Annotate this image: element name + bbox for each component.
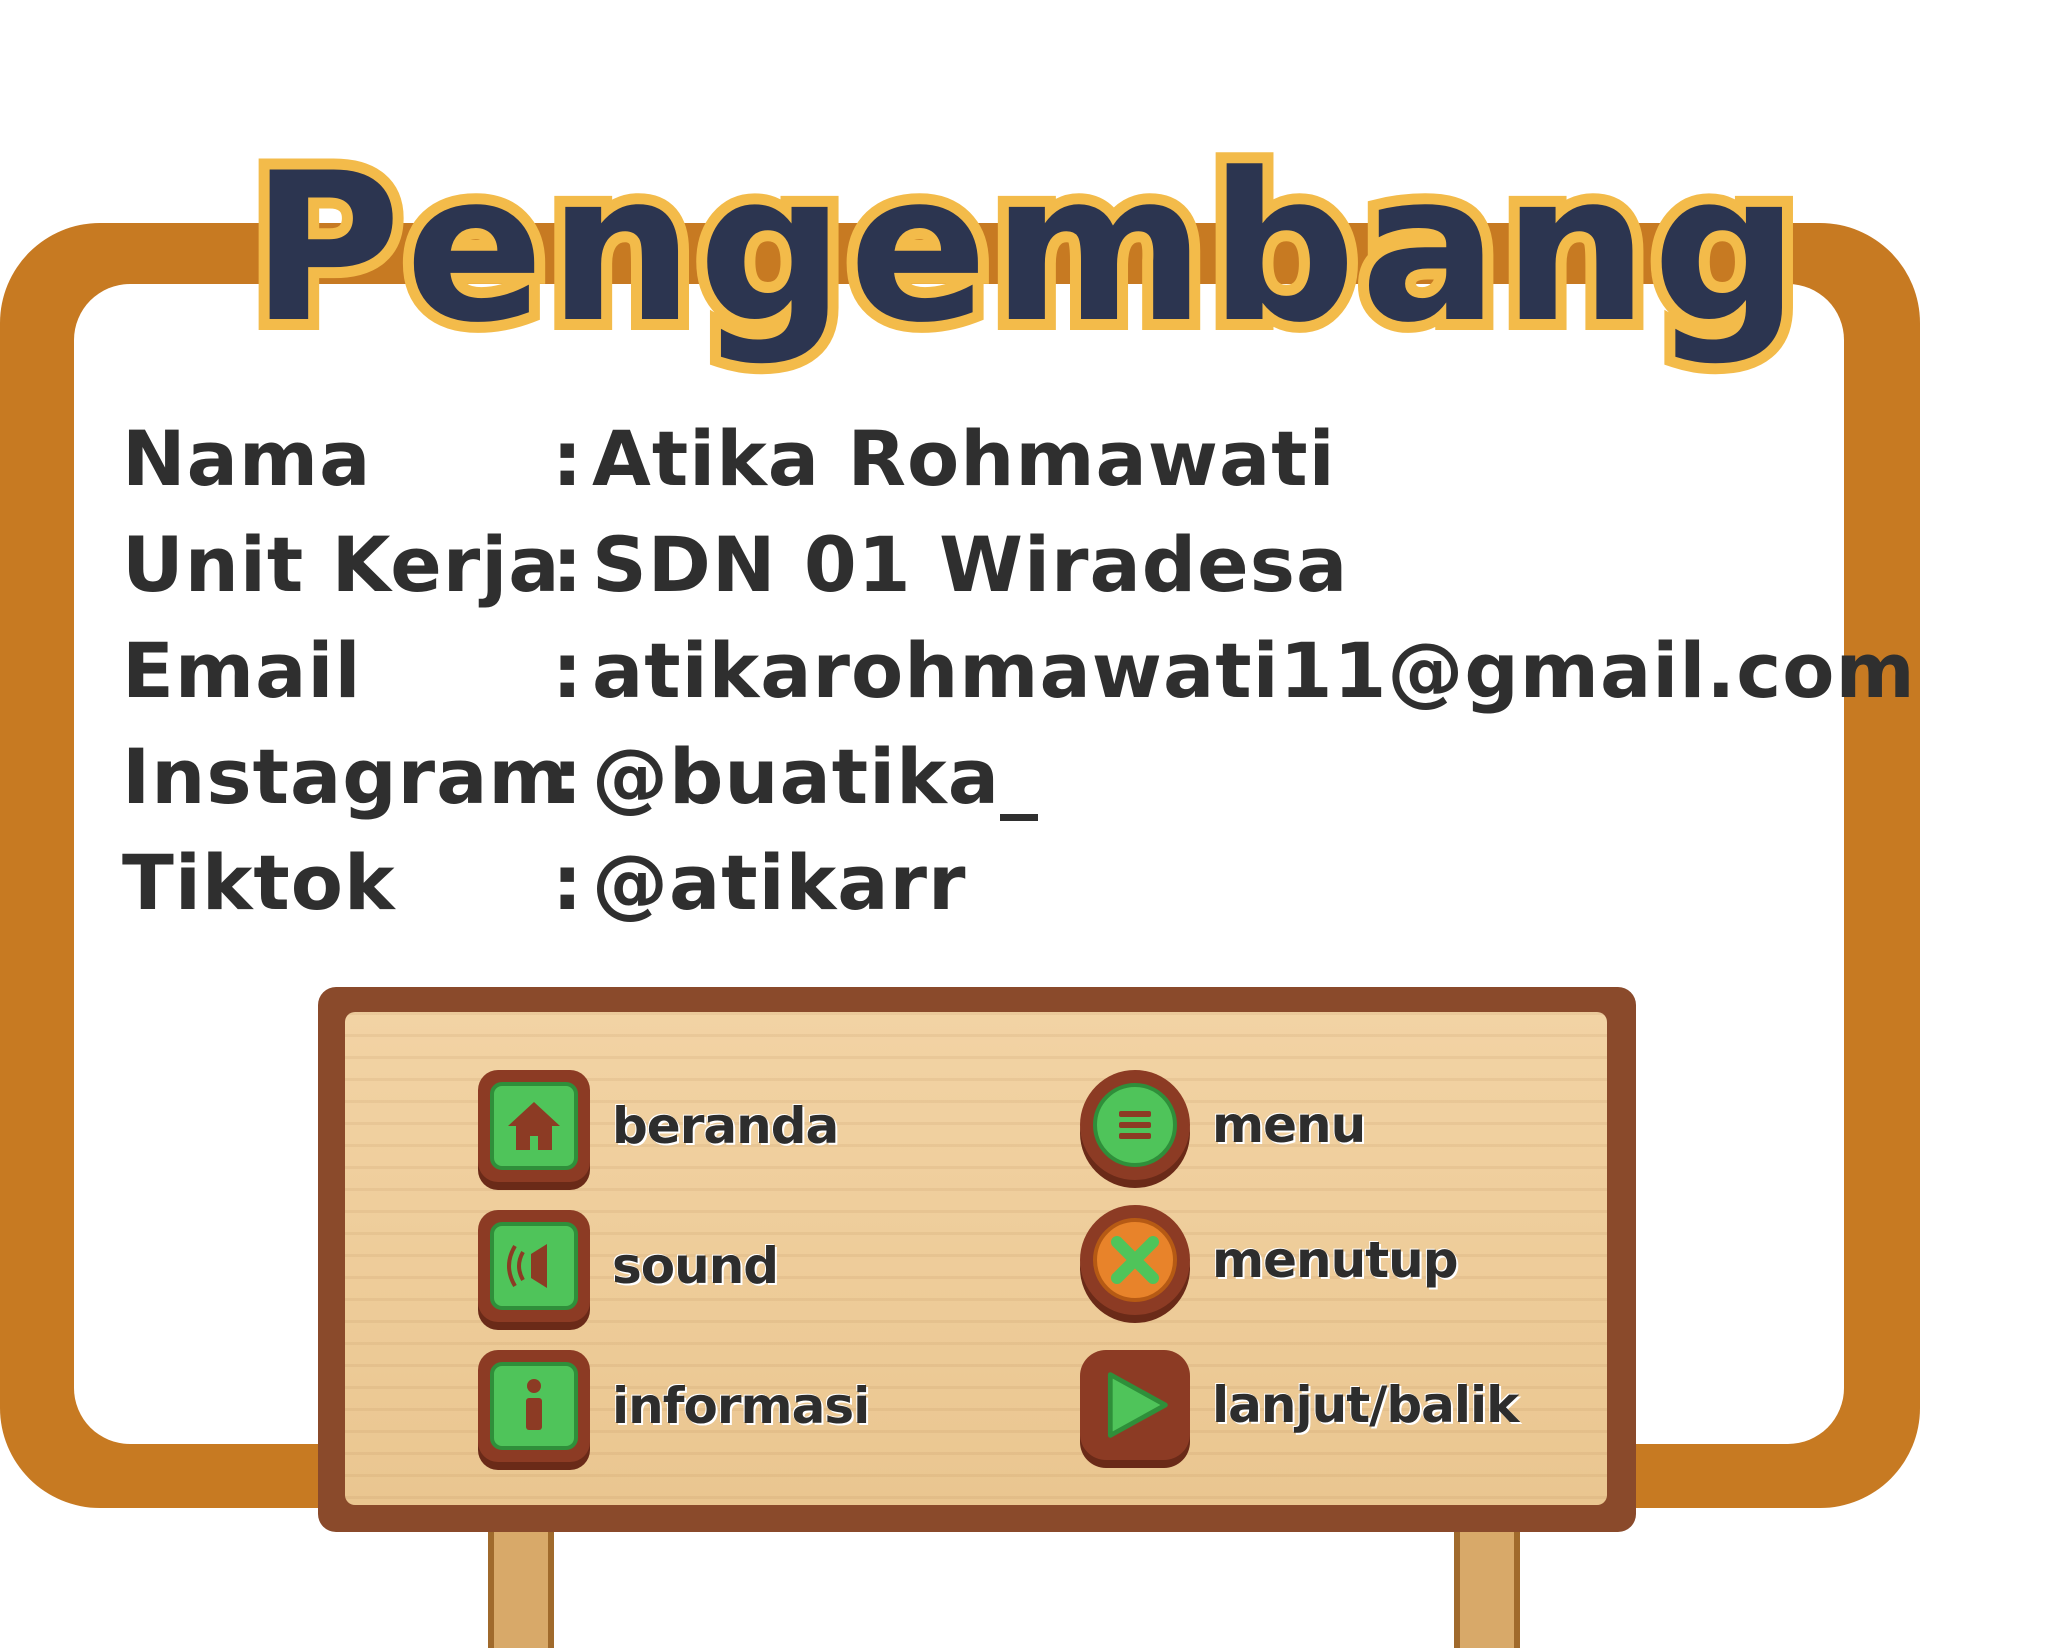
next-button[interactable] [1080,1350,1190,1460]
home-button[interactable] [478,1070,590,1182]
hamburger-icon [1119,1111,1151,1139]
board-post-right [1454,1530,1520,1648]
info-row-unit-kerja: Unit Kerja : SDN 01 Wiradesa [122,511,1916,617]
info-value: @atikarr [592,837,967,927]
legend-label: menutup [1212,1231,1458,1289]
info-value: Atika Rohmawati [592,413,1336,503]
info-row-tiktok: Tiktok : @atikarr [122,829,1916,935]
legend-beranda: beranda [478,1070,839,1182]
info-separator: : [552,731,584,821]
legend-label: menu [1212,1096,1366,1154]
legend-label: lanjut/balik [1212,1376,1519,1434]
info-separator: : [552,413,584,503]
info-row-instagram: Instagram : @buatika_ [122,723,1916,829]
info-key: Email [122,625,362,715]
info-separator: : [552,519,584,609]
info-key: Unit Kerja [122,519,561,609]
sound-button[interactable] [478,1210,590,1322]
home-icon [508,1102,560,1150]
close-button[interactable] [1080,1205,1190,1315]
speaker-icon [507,1244,547,1288]
info-value: SDN 01 Wiradesa [592,519,1349,609]
legend-label: beranda [612,1097,839,1155]
info-separator: : [552,625,584,715]
legend-sound: sound [478,1210,779,1322]
page-title: Pengembang [240,129,1810,368]
play-arrow-icon [1107,1372,1168,1438]
board-post-left [488,1530,554,1648]
info-key: Nama [122,413,372,503]
info-key: Instagram [122,731,569,821]
developer-info: Nama : Atika Rohmawati Unit Kerja : SDN … [122,405,1916,935]
legend-menu: menu [1080,1070,1366,1180]
close-icon [1111,1236,1159,1284]
legend-label: informasi [612,1377,870,1435]
info-button[interactable] [478,1350,590,1462]
info-key: Tiktok [122,837,396,927]
info-value: atikarohmawati11@gmail.com [592,625,1916,715]
info-icon [526,1379,542,1430]
title-banner: Pengembang [240,118,1810,380]
legend-label: sound [612,1237,779,1295]
info-separator: : [552,837,584,927]
legend-lanjut-balik: lanjut/balik [1080,1350,1519,1460]
legend-menutup: menutup [1080,1205,1458,1315]
menu-button[interactable] [1080,1070,1190,1180]
info-row-email: Email : atikarohmawati11@gmail.com [122,617,1916,723]
legend-informasi: informasi [478,1350,870,1462]
info-value: @buatika_ [592,731,1040,821]
info-row-nama: Nama : Atika Rohmawati [122,405,1916,511]
